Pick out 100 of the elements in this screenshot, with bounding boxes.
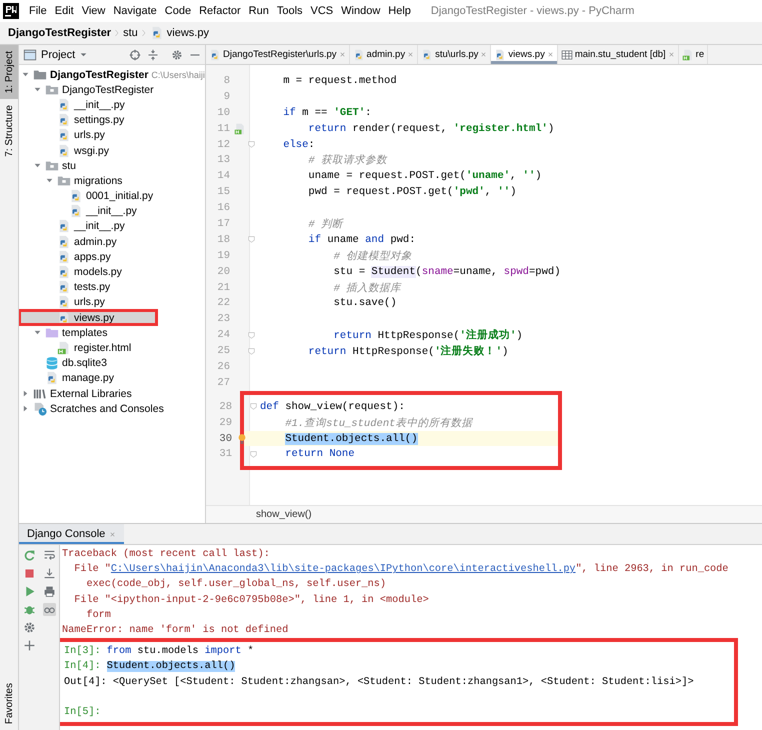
menu-item[interactable]: Edit	[50, 5, 78, 17]
line-number: 8	[222, 74, 230, 87]
python-file-icon	[57, 219, 71, 234]
tree-item[interactable]: apps.py	[19, 249, 205, 264]
menu-item[interactable]: Tools	[272, 5, 307, 17]
glasses-icon[interactable]	[42, 603, 56, 616]
stop-icon[interactable]	[22, 567, 36, 580]
tree-item[interactable]: manage.py	[19, 370, 205, 386]
soft-wrap-icon[interactable]	[42, 549, 56, 562]
line-number: 18	[216, 234, 230, 246]
tree-item[interactable]: Scratches and Consoles	[19, 401, 205, 416]
settings-icon[interactable]	[22, 621, 36, 634]
menu-item[interactable]: Run	[244, 5, 273, 17]
fold-marker-icon[interactable]	[247, 140, 256, 149]
editor-tab[interactable]: admin.py	[350, 45, 418, 64]
tree-item[interactable]: register.html	[19, 340, 205, 356]
line-number: 15	[216, 186, 230, 198]
python-file-icon	[57, 234, 71, 249]
tool-window-tab[interactable]: Favorites	[0, 676, 18, 730]
html-file-icon	[57, 340, 71, 355]
tree-item[interactable]: models.py	[19, 264, 205, 280]
menu-item[interactable]: Code	[160, 5, 196, 17]
tree-item[interactable]: stu	[19, 158, 205, 174]
editor-tab[interactable]: re	[678, 45, 708, 64]
line-number: 30	[218, 432, 232, 445]
line-number: 25	[216, 345, 230, 358]
console-line: In[3]: from stu.models import *	[64, 644, 255, 660]
crosshair-icon[interactable]	[129, 48, 141, 60]
tree-item[interactable]: DjangoTestRegister C:\Users\haiji	[19, 67, 205, 82]
settings-icon[interactable]	[171, 48, 183, 60]
tree-item[interactable]: 0001_initial.py	[19, 188, 205, 204]
tree-item[interactable]: wsgi.py	[19, 142, 205, 158]
tree-item[interactable]: templates	[19, 325, 205, 340]
tree-item[interactable]: __init__.py	[19, 97, 205, 113]
rerun-icon[interactable]	[22, 549, 36, 562]
console-tab[interactable]: Django Console	[19, 524, 124, 544]
printer-icon[interactable]	[42, 585, 56, 598]
tree-item[interactable]: urls.py	[19, 294, 205, 310]
fold-marker-icon[interactable]	[249, 450, 258, 459]
line-number: 28	[218, 400, 232, 413]
menu-item[interactable]: View	[78, 5, 110, 17]
file-link[interactable]: C:\Users\haijin\Anaconda3\lib\site-packages\IPython\core\interactiveshell.py	[110, 564, 576, 576]
menu-item[interactable]: Window	[337, 5, 384, 17]
python-file-icon	[57, 280, 71, 294]
tree-item[interactable]: DjangoTestRegister	[19, 82, 205, 98]
python-file-icon	[57, 310, 71, 325]
menu-item[interactable]: VCS	[306, 5, 338, 17]
close-icon[interactable]	[338, 51, 346, 58]
fold-marker-icon[interactable]	[247, 346, 256, 356]
fold-marker-icon[interactable]	[249, 402, 258, 412]
tool-window-tab[interactable]: 7: Structure	[0, 99, 18, 163]
tree-item[interactable]: settings.py	[19, 112, 205, 128]
scroll-to-end-icon[interactable]	[42, 567, 56, 580]
python-file-icon	[352, 48, 365, 60]
menu-item[interactable]: File	[25, 5, 51, 17]
python-file-icon	[69, 189, 83, 204]
code-line: #1.查询stu_student表中的所有数据	[284, 416, 472, 430]
close-icon[interactable]	[407, 51, 414, 58]
library-icon	[33, 386, 47, 401]
tree-item[interactable]: urls.py	[19, 128, 205, 143]
close-icon[interactable]	[109, 530, 116, 538]
breadcrumb-item[interactable]: DjangoTestRegister	[8, 27, 112, 39]
close-icon[interactable]	[480, 51, 488, 58]
add-icon[interactable]	[22, 639, 36, 652]
tree-item[interactable]: db.sqlite3	[19, 356, 205, 371]
breadcrumb-item[interactable]: views.py	[150, 26, 209, 40]
editor-tab[interactable]: views.py	[491, 45, 558, 64]
collapsed-arrow-icon[interactable]	[21, 404, 30, 414]
scratch-icon	[33, 402, 47, 416]
python-file-icon	[150, 26, 164, 40]
editor-tab[interactable]: main.stu_student [db]	[558, 45, 679, 64]
python-file-icon	[57, 128, 71, 142]
breadcrumb-item[interactable]: show_view()	[256, 509, 312, 520]
tree-item[interactable]: admin.py	[19, 234, 205, 250]
editor-tab[interactable]: DjangoTestRegister\urls.py	[206, 45, 350, 64]
tree-item[interactable]: views.py	[19, 310, 157, 326]
lightbulb-icon[interactable]	[236, 432, 248, 445]
line-number: 26	[216, 360, 230, 373]
console-line: Traceback (most recent call last):	[62, 548, 271, 562]
close-icon[interactable]	[546, 51, 554, 58]
database-icon	[45, 356, 59, 370]
menu-item[interactable]: Help	[384, 5, 415, 17]
folder-icon	[57, 174, 71, 188]
tool-window-tab[interactable]: 1: Project	[0, 45, 18, 100]
tree-item[interactable]: __init__.py	[19, 204, 205, 219]
tree-item[interactable]: External Libraries	[19, 386, 205, 402]
fold-marker-icon[interactable]	[247, 235, 256, 244]
menu-item[interactable]: Refactor	[195, 5, 245, 17]
python-file-icon	[57, 295, 71, 310]
python-file-icon	[57, 113, 71, 128]
tree-item[interactable]: migrations	[19, 173, 205, 188]
collapse-icon[interactable]	[147, 48, 159, 60]
breadcrumb-item[interactable]: stu	[123, 27, 138, 39]
window-title: DjangoTestRegister - views.py - PyCharm	[430, 5, 634, 17]
fold-marker-icon[interactable]	[247, 330, 256, 340]
tree-item[interactable]: tests.py	[19, 280, 205, 295]
tree-item[interactable]: __init__.py	[19, 218, 205, 234]
menu-item[interactable]: Navigate	[109, 5, 161, 17]
close-icon[interactable]	[668, 51, 675, 58]
collapsed-arrow-icon[interactable]	[21, 389, 30, 398]
